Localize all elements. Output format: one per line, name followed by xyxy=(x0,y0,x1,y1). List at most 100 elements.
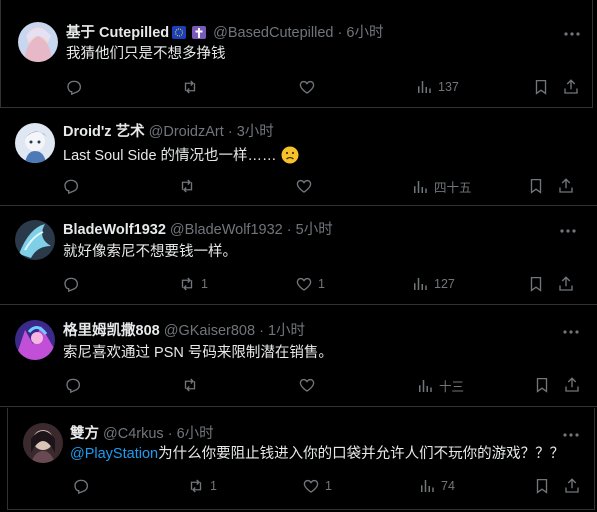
post-card[interactable]: Droid'z 艺术 @DroidzArt · 3小时 Last Soul Si… xyxy=(0,109,597,206)
views-chart-icon xyxy=(418,81,431,93)
share-icon xyxy=(559,178,573,193)
repost-icon xyxy=(190,479,202,493)
avatar[interactable] xyxy=(15,220,55,260)
share-button[interactable] xyxy=(557,275,575,293)
heart-icon xyxy=(296,179,312,193)
post-card[interactable]: 格里姆凯撒808 @GKaiser808 · 1小时 索尼喜欢通过 PSN 号码… xyxy=(0,306,597,407)
reply-icon xyxy=(67,80,82,96)
more-horizontal-icon[interactable] xyxy=(562,426,580,444)
post-header: 雙方 @C4rkus · 6小时 xyxy=(70,425,214,443)
avatar[interactable] xyxy=(15,320,55,360)
reply-icon xyxy=(74,479,89,495)
like-button[interactable] xyxy=(298,376,321,394)
user-handle[interactable]: @BladeWolf1932 xyxy=(170,222,283,238)
repost-button[interactable] xyxy=(181,78,204,96)
more-horizontal-icon[interactable] xyxy=(562,323,580,341)
repost-button[interactable]: 1 xyxy=(178,275,208,293)
post-text-content: Last Soul Side 的情况也一样…… xyxy=(63,148,277,164)
display-name[interactable]: Droid'z 艺术 xyxy=(63,124,145,140)
more-horizontal-icon[interactable] xyxy=(563,25,581,43)
display-name[interactable]: 基于 Cutepilled xyxy=(66,25,169,41)
repost-icon xyxy=(181,277,193,291)
avatar[interactable] xyxy=(15,123,55,163)
repost-button[interactable]: 1 xyxy=(187,477,217,495)
view-count: 四十五 xyxy=(434,181,472,195)
heart-icon xyxy=(303,479,319,493)
like-button[interactable]: 1 xyxy=(295,275,325,293)
post-time[interactable]: 5小时 xyxy=(296,222,333,238)
post-card[interactable]: 基于 Cutepilled @BasedCutepilled · 6小时 我猜他… xyxy=(0,0,593,108)
share-icon xyxy=(565,478,579,493)
reply-icon xyxy=(64,277,79,293)
avatar[interactable] xyxy=(18,22,58,62)
bookmark-button[interactable] xyxy=(533,376,551,394)
bookmark-icon xyxy=(530,178,542,194)
post-time[interactable]: 6小时 xyxy=(177,426,214,442)
post-text: 我猜他们只是不想多挣钱 xyxy=(66,46,226,62)
views-button[interactable]: 127 xyxy=(411,275,455,293)
bookmark-button[interactable] xyxy=(533,477,551,495)
like-button[interactable] xyxy=(298,78,321,96)
user-handle[interactable]: @DroidzArt xyxy=(149,124,224,140)
cross-icon xyxy=(192,26,207,39)
views-chart-icon xyxy=(421,480,434,492)
reply-button[interactable] xyxy=(62,275,85,293)
post-text: Last Soul Side 的情况也一样…… xyxy=(63,146,299,166)
repost-button[interactable] xyxy=(181,376,204,394)
post-time[interactable]: 1小时 xyxy=(268,323,305,339)
like-button[interactable] xyxy=(295,177,318,195)
display-name[interactable]: 格里姆凯撒808 xyxy=(63,323,160,339)
views-button[interactable]: 137 xyxy=(415,78,459,96)
like-button[interactable]: 1 xyxy=(302,477,332,495)
mention-link[interactable]: @PlayStation xyxy=(70,446,158,462)
post-text: @PlayStation为什么你要阻止钱进入你的口袋并允许人们不玩你的游戏？？？ xyxy=(70,445,564,464)
share-button[interactable] xyxy=(563,376,581,394)
post-card[interactable]: BladeWolf1932 @BladeWolf1932 · 5小时 就好像索尼… xyxy=(0,207,597,305)
share-icon xyxy=(559,276,573,291)
bookmark-button[interactable] xyxy=(527,275,545,293)
post-header: BladeWolf1932 @BladeWolf1932 · 5小时 xyxy=(63,221,333,239)
separator: · xyxy=(167,426,173,442)
views-button[interactable]: 74 xyxy=(418,477,455,495)
view-count: 137 xyxy=(438,80,459,94)
more-horizontal-icon[interactable] xyxy=(559,222,577,240)
reply-button[interactable] xyxy=(65,78,88,96)
views-button[interactable]: 十三 xyxy=(416,376,464,395)
post-text: 就好像索尼不想要钱一样。 xyxy=(63,244,237,260)
views-button[interactable]: 四十五 xyxy=(411,177,472,196)
repost-count: 1 xyxy=(201,277,208,291)
bookmark-button[interactable] xyxy=(532,78,550,96)
repost-icon xyxy=(181,179,193,193)
reply-button[interactable] xyxy=(64,376,87,394)
eu-flag-icon xyxy=(172,26,187,39)
user-handle[interactable]: @C4rkus xyxy=(103,426,164,442)
share-icon xyxy=(565,377,579,392)
avatar[interactable] xyxy=(23,423,63,463)
reply-icon xyxy=(64,179,79,195)
like-count: 1 xyxy=(318,277,325,291)
share-button[interactable] xyxy=(562,78,580,96)
heart-icon xyxy=(296,277,312,291)
post-header: 基于 Cutepilled @BasedCutepilled · 6小时 xyxy=(66,24,383,42)
separator: · xyxy=(286,222,292,238)
display-name[interactable]: BladeWolf1932 xyxy=(63,222,166,238)
like-count: 1 xyxy=(325,479,332,493)
share-button[interactable] xyxy=(557,177,575,195)
post-time[interactable]: 6小时 xyxy=(346,25,383,41)
reply-button[interactable] xyxy=(72,477,95,495)
repost-count: 1 xyxy=(210,479,217,493)
user-handle[interactable]: @BasedCutepilled xyxy=(213,25,333,41)
user-handle[interactable]: @GKaiser808 xyxy=(164,323,255,339)
bookmark-icon xyxy=(536,377,548,393)
repost-button[interactable] xyxy=(178,177,201,195)
reply-button[interactable] xyxy=(62,177,85,195)
post-card[interactable]: 雙方 @C4rkus · 6小时 @PlayStation为什么你要阻止钱进入你… xyxy=(7,408,595,510)
frowning-face-icon xyxy=(281,146,299,164)
share-button[interactable] xyxy=(563,477,581,495)
heart-icon xyxy=(299,80,315,94)
action-bar: 137 xyxy=(1,78,594,98)
display-name[interactable]: 雙方 xyxy=(70,426,99,442)
post-time[interactable]: 3小时 xyxy=(237,124,274,140)
bookmark-button[interactable] xyxy=(527,177,545,195)
action-bar: 1 1 74 xyxy=(8,477,596,497)
